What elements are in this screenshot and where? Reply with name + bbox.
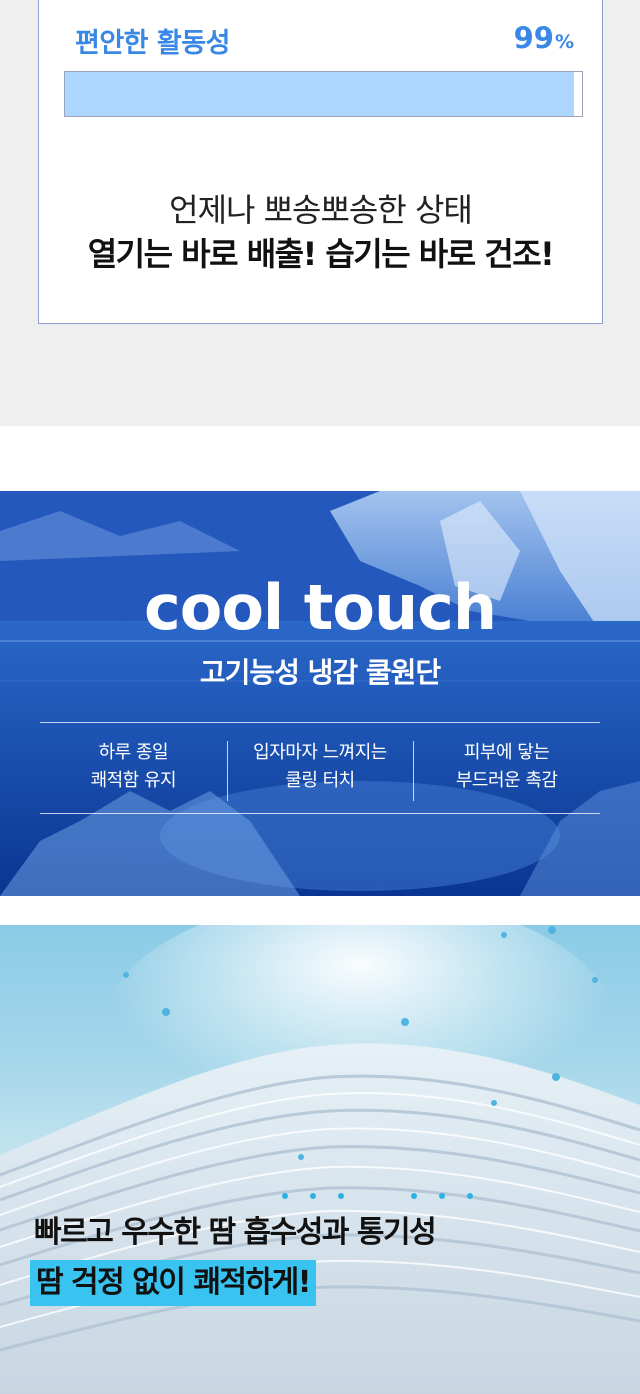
iceberg-background-image (0, 491, 640, 896)
accent-dots-right (411, 1193, 473, 1199)
activity-card: 편안한 활동성 99% 언제나 뽀송뽀송한 상태 열기는 바로 배출! 습기는 … (38, 0, 603, 324)
feature-line-1: 입자마자 느껴지는 (253, 742, 387, 763)
feature-list: 하루 종일 쾌적함 유지 입자마자 느껴지는 쿨링 터치 피부에 닿는 부드러운… (40, 739, 600, 803)
accent-dots-left (282, 1193, 344, 1199)
accent-dot (411, 1193, 417, 1199)
progress-bar (64, 71, 583, 117)
divider-top (40, 722, 600, 723)
feature-line-1: 하루 종일 (98, 742, 169, 763)
activity-section: 편안한 활동성 99% 언제나 뽀송뽀송한 상태 열기는 바로 배출! 습기는 … (0, 0, 640, 426)
feature-line-1: 피부에 닿는 (463, 742, 550, 763)
feature-item: 하루 종일 쾌적함 유지 (40, 739, 227, 803)
activity-title: 편안한 활동성 (75, 28, 230, 59)
accent-dot (282, 1193, 288, 1199)
feature-line-2: 쾌적함 유지 (90, 770, 177, 791)
percent-unit: % (554, 31, 574, 53)
feature-line-2: 쿨링 터치 (285, 770, 355, 791)
feature-item: 입자마자 느껴지는 쿨링 터치 (226, 739, 414, 803)
divider-bottom (40, 813, 600, 814)
activity-line-2: 열기는 바로 배출! 습기는 바로 건조! (87, 235, 555, 273)
feature-item: 피부에 닿는 부드러운 촉감 (413, 739, 600, 803)
accent-dot (439, 1193, 445, 1199)
activity-percent: 99% (514, 21, 574, 55)
sweat-highlight: 땀 걱정 없이 쾌적하게! (30, 1260, 316, 1306)
accent-dot (467, 1193, 473, 1199)
activity-line-1: 언제나 뽀송뽀송한 상태 (169, 191, 473, 229)
sweat-headline: 빠르고 우수한 땀 흡수성과 통기성 (34, 1215, 437, 1250)
sweat-absorb-section: 빠르고 우수한 땀 흡수성과 통기성 땀 걱정 없이 쾌적하게! (0, 925, 640, 1394)
cool-touch-section: cool touch 고기능성 냉감 쿨원단 하루 종일 쾌적함 유지 입자마자… (0, 491, 640, 896)
accent-dot (310, 1193, 316, 1199)
feature-line-2: 부드러운 촉감 (455, 770, 558, 791)
cool-touch-title: cool touch (143, 571, 497, 644)
sweat-subheadline: 땀 걱정 없이 쾌적하게! (36, 1265, 311, 1300)
percent-value: 99 (513, 21, 554, 55)
cool-touch-subtitle: 고기능성 냉감 쿨원단 (199, 656, 441, 689)
progress-bar-fill (65, 72, 575, 116)
accent-dot (338, 1193, 344, 1199)
fabric-mesh-image (0, 925, 640, 1394)
